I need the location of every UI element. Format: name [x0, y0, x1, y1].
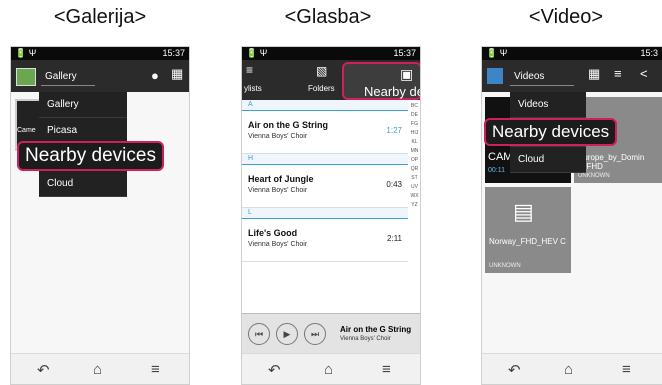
- share-icon[interactable]: <: [640, 66, 648, 81]
- song-duration: 2:11: [387, 234, 402, 243]
- home-icon[interactable]: ⌂: [324, 361, 333, 378]
- camera-icon[interactable]: ●: [151, 68, 159, 83]
- song-row[interactable]: Air on the G String Vienna Boys' Choir 1…: [242, 111, 408, 154]
- notification-icons: 🔋 Ψ: [486, 48, 508, 58]
- play-button[interactable]: ▶: [276, 323, 298, 345]
- phone-gallery: 🔋 Ψ 15:37 Gallery ● ▦ Came Gallery Picas…: [10, 46, 190, 385]
- mini-player: ⏮ ▶ ⏭ Air on the G String Vienna Boys' C…: [242, 313, 420, 354]
- nearby-devices-tab-label: Nearby devic: [364, 84, 420, 99]
- album-spinner-label: Gallery: [45, 71, 77, 82]
- video-sub: UNKNOWN: [489, 263, 521, 269]
- tab-folders[interactable]: Folders: [308, 84, 335, 93]
- folder-icon[interactable]: ▧: [316, 64, 327, 78]
- song-title: Air on the G String: [248, 120, 328, 130]
- title-glasba: <Glasba>: [284, 6, 372, 28]
- tab-playlists[interactable]: ylists: [244, 84, 262, 93]
- status-bar: 🔋 Ψ 15:37: [242, 47, 420, 60]
- nearby-devices-callout[interactable]: Nearby devices: [17, 141, 164, 171]
- video-app-icon[interactable]: [487, 68, 503, 84]
- song-artist: Vienna Boys' Choir: [248, 133, 308, 140]
- action-bar: Videos ▦ ≡ <: [482, 60, 662, 92]
- status-bar: 🔋 Ψ 15:3: [482, 47, 662, 60]
- video-sub: 00:11: [488, 167, 505, 174]
- now-playing-title: Air on the G String: [340, 325, 412, 334]
- video-thumb[interactable]: ▤ Norway_FHD_HEV C UNKNOWN: [485, 187, 571, 273]
- title-galerija: <Galerija>: [53, 6, 147, 28]
- notification-icons: 🔋 Ψ: [246, 48, 268, 58]
- nearby-device-icon: ▣: [400, 66, 414, 82]
- album-spinner[interactable]: Gallery: [41, 69, 95, 86]
- music-tab-bar: ≡ ylists ▧ Folders ▣ Nearby devic: [242, 60, 420, 100]
- back-icon[interactable]: ↶: [508, 361, 521, 379]
- video-sub: UNKNOWN: [578, 173, 610, 179]
- video-name: Europe_by_Domin c_FHD: [578, 153, 645, 171]
- alphabet-index[interactable]: BCDEFGHIJKLMNOPQRSTUVWXYZ: [410, 102, 419, 210]
- back-icon[interactable]: ↶: [268, 361, 281, 379]
- nav-bar: ↶ ⌂ ≡: [242, 353, 420, 384]
- notification-icons: 🔋 Ψ: [15, 48, 37, 58]
- menu-item-cloud[interactable]: Cloud: [39, 171, 127, 197]
- status-bar: 🔋 Ψ 15:37: [11, 47, 189, 60]
- video-spinner[interactable]: Videos: [510, 69, 574, 86]
- action-bar: Gallery ● ▦: [11, 60, 189, 92]
- clock: 15:3: [640, 48, 658, 58]
- video-name: CAM: [488, 151, 513, 163]
- clock: 15:37: [162, 48, 185, 58]
- phone-music: 🔋 Ψ 15:37 ≡ ylists ▧ Folders ▣ Nearby de…: [241, 46, 421, 385]
- playlists-icon[interactable]: ≡: [246, 63, 253, 77]
- playlist-icon[interactable]: ≡: [614, 66, 622, 81]
- title-video: <Video>: [528, 6, 604, 28]
- song-artist: Vienna Boys' Choir: [248, 187, 308, 194]
- clock: 15:37: [393, 48, 416, 58]
- home-icon[interactable]: ⌂: [93, 361, 102, 378]
- back-icon[interactable]: ↶: [37, 361, 50, 379]
- now-playing-artist: Vienna Boys' Choir: [340, 336, 391, 342]
- section-header: L: [242, 208, 408, 219]
- nearby-tab[interactable]: ▣ Nearby devic: [342, 62, 420, 100]
- menu-icon[interactable]: ≡: [151, 361, 160, 378]
- grid-icon[interactable]: ▦: [588, 66, 600, 82]
- phone-video: 🔋 Ψ 15:3 Videos ▦ ≡ < CAM 00:11 Europe_b…: [481, 46, 662, 385]
- menu-item-gallery[interactable]: Gallery: [39, 92, 127, 118]
- album-thumbnail-label: Came: [17, 127, 36, 134]
- menu-icon[interactable]: ≡: [382, 361, 391, 378]
- menu-item-cloud[interactable]: Cloud: [510, 147, 586, 173]
- nearby-devices-callout[interactable]: Nearby devices: [484, 118, 618, 146]
- section-header: H: [242, 154, 408, 165]
- nav-bar: ↶ ⌂ ≡: [482, 353, 662, 384]
- next-button[interactable]: ⏭: [304, 323, 326, 345]
- song-artist: Vienna Boys' Choir: [248, 241, 308, 248]
- previous-button[interactable]: ⏮: [248, 323, 270, 345]
- video-name: Norway_FHD_HEV C: [489, 237, 566, 246]
- gallery-app-icon[interactable]: [16, 68, 36, 86]
- song-duration: 1:27: [386, 126, 402, 135]
- clapperboard-icon: ▤: [513, 199, 534, 224]
- song-duration: 0:43: [386, 180, 402, 189]
- nav-bar: ↶ ⌂ ≡: [11, 353, 189, 384]
- song-row[interactable]: Life's Good Vienna Boys' Choir 2:11: [242, 219, 408, 262]
- song-row[interactable]: Heart of Jungle Vienna Boys' Choir 0:43: [242, 165, 408, 208]
- menu-icon[interactable]: ≡: [622, 361, 631, 378]
- home-icon[interactable]: ⌂: [564, 361, 573, 378]
- song-title: Life's Good: [248, 228, 298, 238]
- menu-item-videos[interactable]: Videos: [510, 92, 586, 118]
- video-spinner-label: Videos: [514, 71, 545, 82]
- song-title: Heart of Jungle: [248, 174, 314, 184]
- section-header: A: [242, 100, 408, 111]
- grid-icon[interactable]: ▦: [171, 66, 183, 82]
